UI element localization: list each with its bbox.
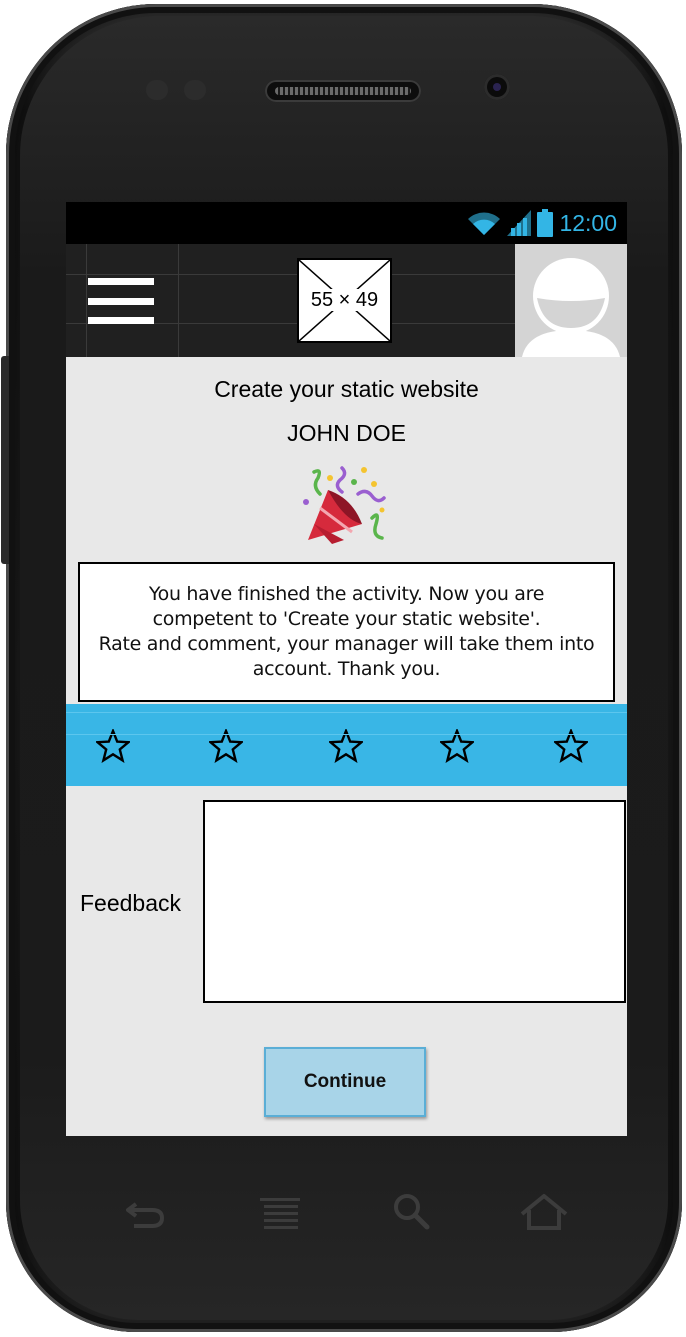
user-name: JOHN DOE <box>287 420 406 446</box>
logo-placeholder-label: 55 × 49 <box>308 289 381 311</box>
front-camera <box>484 74 510 100</box>
message-line: You have finished the activity. Now you … <box>148 583 545 605</box>
party-popper-icon <box>303 466 386 544</box>
search-icon[interactable] <box>392 1190 432 1234</box>
signal-icon <box>507 210 532 236</box>
star-1-icon[interactable] <box>96 729 130 763</box>
star-5-icon[interactable] <box>554 729 588 763</box>
feedback-label: Feedback <box>80 890 182 916</box>
message-line: competent to 'Create your static website… <box>152 608 541 630</box>
back-icon[interactable] <box>122 1190 168 1234</box>
star-rating <box>66 704 627 786</box>
feedback-input[interactable] <box>203 800 626 1003</box>
hamburger-menu-icon[interactable] <box>88 278 154 324</box>
app-bar: 55 × 49 <box>66 244 627 357</box>
page-title: Create your static website <box>214 376 479 402</box>
side-volume-button <box>1 356 9 564</box>
menu-icon[interactable] <box>258 1190 302 1234</box>
star-3-icon[interactable] <box>329 729 363 763</box>
home-icon[interactable] <box>519 1190 569 1234</box>
star-2-icon[interactable] <box>209 729 243 763</box>
message-line: account. Thank you. <box>252 658 441 680</box>
proximity-sensor <box>146 80 210 100</box>
continue-button[interactable]: Continue <box>264 1047 426 1117</box>
star-4-icon[interactable] <box>440 729 474 763</box>
status-bar: 12:00 <box>66 202 627 244</box>
earpiece-speaker <box>265 80 421 102</box>
message-line: Rate and comment, your manager will take… <box>98 633 595 655</box>
status-time: 12:00 <box>559 209 617 236</box>
logo-placeholder: 55 × 49 <box>297 258 392 343</box>
user-avatar-icon[interactable] <box>515 244 627 357</box>
battery-icon <box>537 209 554 237</box>
screen: 12:00 55 × 49 Create your static website <box>66 202 627 1136</box>
wifi-icon <box>468 212 501 235</box>
completion-message: You have finished the activity. Now you … <box>78 562 615 702</box>
